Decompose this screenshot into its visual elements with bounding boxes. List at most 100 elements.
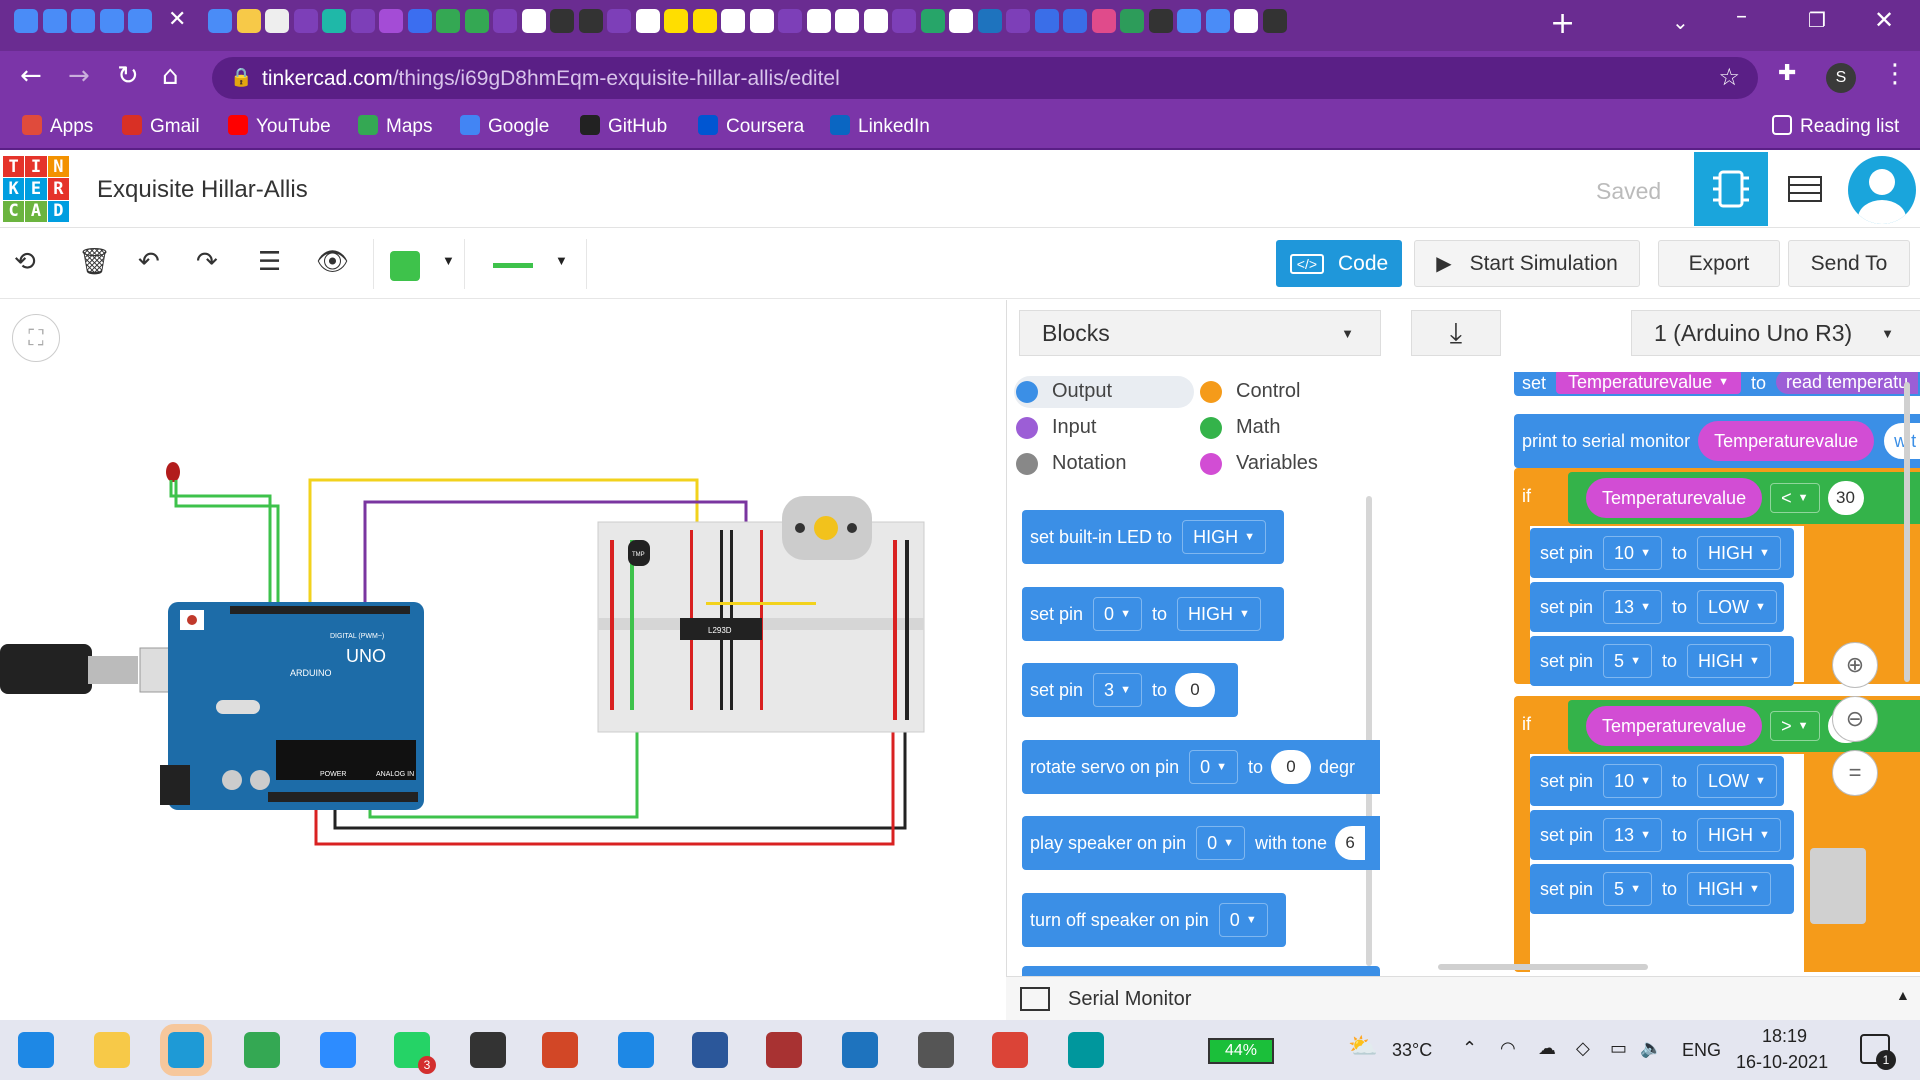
workspace-scrollbar-v[interactable] bbox=[1904, 382, 1910, 682]
reading-list-button[interactable]: Reading list bbox=[1772, 115, 1899, 138]
pin-dropdown[interactable]: 0 ▼ bbox=[1189, 750, 1238, 784]
dropbox-icon[interactable]: ◇ bbox=[1576, 1038, 1590, 1059]
browser-tab[interactable] bbox=[977, 9, 1002, 33]
browser-tab[interactable] bbox=[71, 9, 95, 33]
export-button[interactable]: Export bbox=[1658, 240, 1780, 287]
palette-scrollbar[interactable] bbox=[1366, 496, 1372, 966]
wire-color-picker[interactable]: ▼ bbox=[373, 239, 465, 289]
arduino-uno-board[interactable]: UNO ARDUINO DIGITAL (PWM~) POWER ANALOG … bbox=[160, 602, 424, 810]
degrees-input[interactable]: 0 bbox=[1271, 750, 1312, 784]
word-icon[interactable] bbox=[692, 1032, 728, 1068]
print-serial-block[interactable]: print to serial monitor Temperaturevalue… bbox=[1514, 414, 1920, 468]
clock-time[interactable]: 18:19 bbox=[1762, 1026, 1807, 1047]
browser-tab[interactable] bbox=[14, 9, 38, 33]
wire-type-picker[interactable]: ▼ bbox=[475, 239, 587, 289]
bookmark-youtube[interactable]: YouTube bbox=[228, 115, 331, 138]
browser-tab[interactable] bbox=[749, 9, 774, 33]
browser-tab[interactable] bbox=[664, 9, 688, 33]
threshold-input[interactable]: 30 bbox=[1827, 481, 1864, 515]
extensions-icon[interactable]: ✚ bbox=[1778, 61, 1796, 86]
code-button[interactable]: </> Code bbox=[1276, 240, 1402, 287]
newline-option[interactable]: wit bbox=[1882, 421, 1920, 461]
delete-icon[interactable]: 🗑 bbox=[78, 247, 111, 277]
start-simulation-button[interactable]: ▶ Start Simulation bbox=[1414, 240, 1640, 287]
display-icon[interactable]: ▭ bbox=[1610, 1038, 1627, 1059]
browser-tab[interactable] bbox=[436, 9, 460, 33]
browser-tab[interactable] bbox=[1262, 9, 1287, 33]
browser-tab[interactable] bbox=[920, 9, 945, 33]
user-avatar[interactable] bbox=[1848, 156, 1916, 224]
component-list-button[interactable] bbox=[1768, 152, 1842, 226]
pin-dropdown[interactable]: 5 ▼ bbox=[1603, 872, 1652, 906]
browser-tab[interactable] bbox=[236, 9, 261, 33]
download-button[interactable]: ⤓ bbox=[1411, 310, 1501, 356]
browser-tab[interactable] bbox=[1006, 9, 1030, 33]
breadboard[interactable]: L293D TMP bbox=[597, 496, 925, 733]
block-turn-off-speaker[interactable]: turn off speaker on pin 0 ▼ bbox=[1022, 893, 1286, 947]
chevron-up-icon[interactable]: ⌃ bbox=[1462, 1038, 1477, 1059]
state-dropdown[interactable]: LOW ▼ bbox=[1696, 590, 1777, 624]
value-input[interactable]: 0 bbox=[1174, 673, 1215, 707]
bookmark-coursera[interactable]: Coursera bbox=[698, 115, 804, 138]
browser-tab[interactable] bbox=[407, 9, 432, 33]
workspace-scrollbar-h[interactable] bbox=[1438, 964, 1648, 970]
new-tab-button[interactable]: + bbox=[1550, 6, 1575, 41]
profile-avatar[interactable]: S bbox=[1826, 63, 1856, 93]
browser-tab[interactable] bbox=[350, 9, 375, 33]
battery-indicator[interactable]: 44% bbox=[1208, 1038, 1274, 1064]
browser-tab[interactable] bbox=[1177, 9, 1201, 33]
edge-icon[interactable] bbox=[160, 1024, 212, 1076]
forward-icon[interactable]: → bbox=[68, 61, 90, 91]
operator-dropdown[interactable]: < ▼ bbox=[1770, 483, 1820, 513]
wire-green-led[interactable] bbox=[169, 480, 272, 610]
state-dropdown[interactable]: HIGH ▼ bbox=[1686, 872, 1771, 906]
notes-icon[interactable]: ☰ bbox=[258, 247, 281, 277]
category-output[interactable]: Output bbox=[1016, 380, 1112, 403]
browser-tab[interactable] bbox=[863, 9, 888, 33]
visibility-icon[interactable]: 👁 bbox=[316, 247, 349, 277]
category-variables[interactable]: Variables bbox=[1200, 452, 1318, 475]
settings-icon[interactable] bbox=[918, 1032, 954, 1068]
clock-date[interactable]: 16-10-2021 bbox=[1736, 1052, 1828, 1073]
chevron-up-icon[interactable]: ▲ bbox=[1896, 987, 1910, 1003]
wifi-icon[interactable]: ◠ bbox=[1500, 1038, 1516, 1059]
read-temperature-block[interactable]: read temperatu bbox=[1776, 372, 1919, 394]
pin-dropdown[interactable]: 3 ▼ bbox=[1093, 673, 1142, 707]
reset-zoom-icon[interactable]: = bbox=[1832, 750, 1878, 796]
pin-dropdown[interactable]: 10 ▼ bbox=[1603, 764, 1662, 798]
whatsapp-icon[interactable]: 3 bbox=[394, 1032, 436, 1074]
browser-tab[interactable] bbox=[1148, 9, 1173, 33]
circuit-view-button[interactable] bbox=[1694, 152, 1768, 226]
variable-dropdown[interactable]: Temperaturevalue ▼ bbox=[1556, 372, 1741, 394]
set-pin-block[interactable]: set pin 10 ▼ to HIGH ▼ bbox=[1530, 528, 1794, 578]
send-to-button[interactable]: Send To bbox=[1788, 240, 1910, 287]
bookmark-linkedin[interactable]: LinkedIn bbox=[830, 115, 930, 138]
pin-dropdown[interactable]: 0 ▼ bbox=[1196, 826, 1246, 860]
tinkercad-logo[interactable]: TINKERCAD bbox=[3, 156, 69, 222]
browser-tab[interactable] bbox=[99, 9, 124, 33]
variable-reference[interactable]: Temperaturevalue bbox=[1586, 706, 1763, 746]
set-pin-block[interactable]: set pin 5 ▼ to HIGH ▼ bbox=[1530, 864, 1794, 914]
state-dropdown[interactable]: HIGH ▼ bbox=[1696, 536, 1781, 570]
reload-icon[interactable]: ↻ bbox=[117, 61, 139, 91]
menu-icon[interactable]: ⋮ bbox=[1882, 59, 1908, 89]
state-dropdown[interactable]: LOW ▼ bbox=[1696, 764, 1777, 798]
pin-dropdown[interactable]: 13 ▼ bbox=[1603, 590, 1662, 624]
state-dropdown[interactable]: HIGH ▼ bbox=[1686, 644, 1771, 678]
browser-tab[interactable] bbox=[1063, 9, 1087, 33]
arduino-icon[interactable] bbox=[1068, 1032, 1104, 1068]
browser-tab[interactable] bbox=[607, 9, 631, 33]
category-control[interactable]: Control bbox=[1200, 380, 1300, 403]
powerpoint-icon[interactable] bbox=[542, 1032, 578, 1068]
code-mode-dropdown[interactable]: Blocks ▼ bbox=[1019, 310, 1381, 356]
compare-block-1[interactable]: Temperaturevalue < ▼ 30 bbox=[1568, 472, 1920, 524]
bookmark-github[interactable]: GitHub bbox=[580, 115, 667, 138]
pin-dropdown[interactable]: 0 ▼ bbox=[1093, 597, 1142, 631]
photos-icon[interactable] bbox=[842, 1032, 878, 1068]
pin-dropdown[interactable]: 13 ▼ bbox=[1603, 818, 1662, 852]
zoom-out-icon[interactable]: ⊖ bbox=[1832, 696, 1878, 742]
browser-tab[interactable] bbox=[578, 9, 603, 33]
bookmark-gmail[interactable]: Gmail bbox=[122, 115, 200, 138]
browser-tab[interactable] bbox=[322, 9, 346, 33]
tab-search-icon[interactable]: ⌄ bbox=[1672, 10, 1689, 34]
